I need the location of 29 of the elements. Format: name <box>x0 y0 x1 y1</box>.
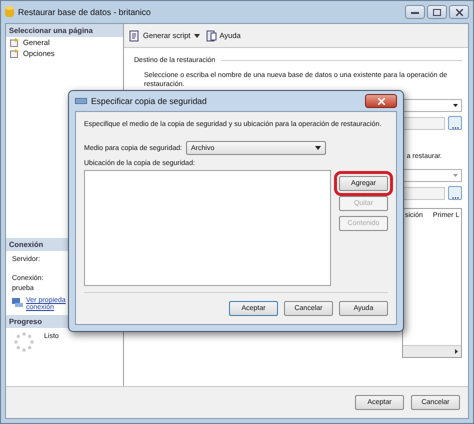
script-icon <box>128 30 140 42</box>
page-icon <box>10 49 20 58</box>
maximize-icon <box>433 8 441 16</box>
arrow-icon <box>455 349 458 354</box>
close-icon <box>378 98 384 104</box>
spinner-icon <box>14 332 34 352</box>
location-list[interactable] <box>84 170 331 286</box>
window-icon <box>75 98 87 104</box>
ellipsis-icon <box>452 196 458 199</box>
window-title: Restaurar base de datos - britanico <box>18 7 151 17</box>
properties-icon <box>12 297 23 307</box>
caret-icon <box>315 146 321 150</box>
minimize-button[interactable] <box>405 5 425 19</box>
maximize-button[interactable] <box>427 5 447 19</box>
help-icon <box>206 30 217 42</box>
browse-button[interactable] <box>448 186 462 200</box>
page-icon <box>10 38 20 47</box>
browse-button[interactable] <box>448 116 462 130</box>
ellipsis-icon <box>452 126 458 129</box>
caret-icon <box>453 174 458 177</box>
caret-icon <box>453 104 458 107</box>
dialog-title: Especificar copia de seguridad <box>91 96 207 106</box>
close-icon <box>456 8 462 16</box>
database-icon <box>5 6 14 18</box>
close-button[interactable] <box>365 94 397 108</box>
caret-icon <box>194 34 200 38</box>
close-button[interactable] <box>449 5 469 19</box>
minimize-icon <box>411 10 419 14</box>
horizontal-scrollbar[interactable] <box>403 345 461 357</box>
